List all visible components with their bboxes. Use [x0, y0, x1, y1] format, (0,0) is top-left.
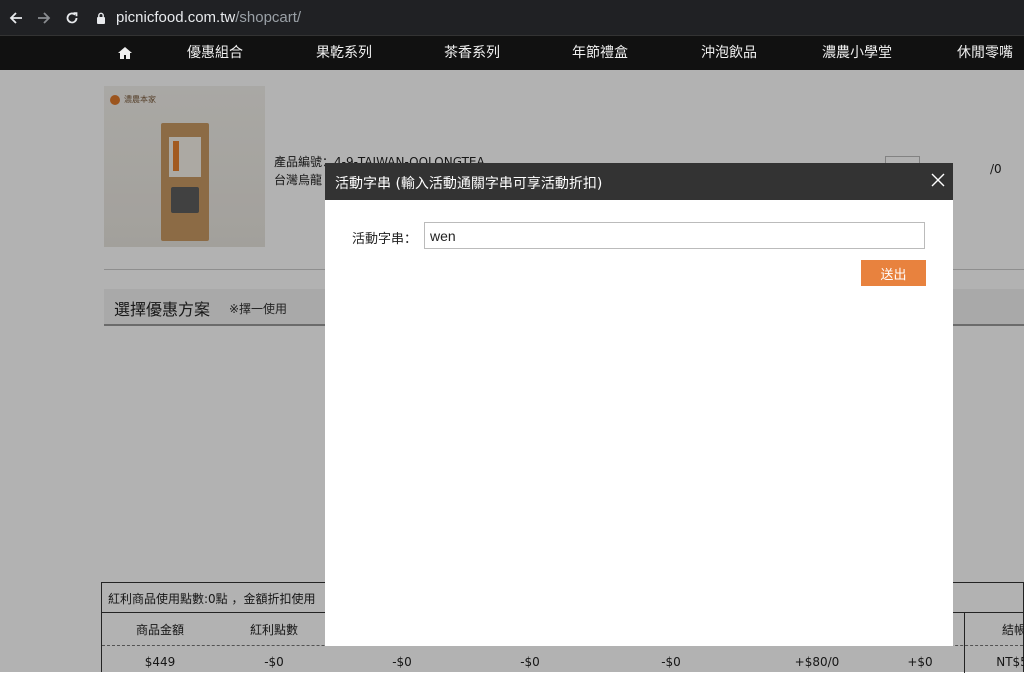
nav-item-gift-box[interactable]: 年節禮盒	[572, 36, 628, 70]
browser-toolbar: picnicfood.com.tw/shopcart/	[0, 0, 1024, 35]
forward-button[interactable]	[30, 0, 58, 35]
address-bar[interactable]: picnicfood.com.tw/shopcart/	[92, 0, 301, 35]
submit-button[interactable]: 送出	[861, 260, 926, 286]
close-button[interactable]	[927, 169, 949, 191]
arrow-right-icon	[38, 11, 51, 24]
url-host: picnicfood.com.tw	[116, 9, 236, 26]
nav-item-dried-fruit[interactable]: 果乾系列	[316, 36, 372, 70]
close-icon	[931, 173, 945, 187]
nav-item-snacks[interactable]: 休閒零嘴	[957, 36, 1013, 70]
site-nav: 優惠組合 果乾系列 茶香系列 年節禮盒 沖泡飲品 濃農小學堂 休閒零嘴	[0, 35, 1024, 70]
modal-header: 活動字串 (輸入活動通關字串可享活動折扣)	[325, 163, 953, 200]
lock-icon	[97, 12, 105, 24]
promo-code-input[interactable]	[424, 222, 925, 249]
promo-code-modal: 活動字串 (輸入活動通關字串可享活動折扣) 活動字串： 送出	[325, 163, 953, 646]
back-button[interactable]	[2, 0, 30, 35]
reload-icon	[66, 11, 78, 23]
home-icon	[118, 47, 132, 59]
url-path: /shopcart/	[235, 9, 302, 26]
promo-code-label: 活動字串：	[352, 232, 418, 247]
modal-title: 活動字串 (輸入活動通關字串可享活動折扣)	[335, 176, 603, 192]
nav-home[interactable]	[117, 36, 133, 70]
nav-item-drinks[interactable]: 沖泡飲品	[701, 36, 757, 70]
nav-item-tea[interactable]: 茶香系列	[444, 36, 500, 70]
nav-item-school[interactable]: 濃農小學堂	[822, 36, 892, 70]
nav-item-combo[interactable]: 優惠組合	[187, 36, 243, 70]
arrow-left-icon	[9, 11, 22, 24]
reload-button[interactable]	[58, 0, 86, 35]
